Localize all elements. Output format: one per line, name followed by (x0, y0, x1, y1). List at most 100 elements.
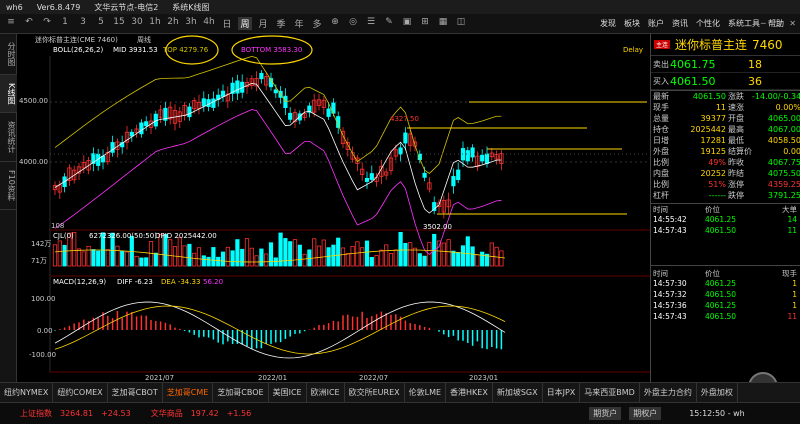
menu-discover[interactable]: 发现 (600, 18, 616, 29)
view-name: 系统K线图 (172, 2, 210, 12)
exchange-tab-12[interactable]: 马来西亚BMD (580, 382, 640, 403)
exchange-tab-1[interactable]: 纽约COMEX (53, 382, 108, 403)
toolbar-tool-1[interactable]: ↶ (22, 17, 36, 30)
toolbar-tool-2[interactable]: ↷ (40, 17, 54, 30)
exchange-tab-9[interactable]: 香港HKEX (446, 382, 493, 403)
exchange-tab-0[interactable]: 纽约NYMEX (0, 382, 54, 403)
ask-label: 卖出 (653, 59, 669, 69)
kline-chart[interactable]: 迷你标普主连(CME 7460) 周线 BOLL(26,26,2) MID 39… (17, 34, 650, 382)
toolbar-tool-23[interactable]: ⊞ (418, 17, 432, 30)
volume-bar (230, 250, 235, 267)
toolbar-tool-10[interactable]: 3h (184, 17, 198, 30)
menu-news[interactable]: 资讯 (672, 18, 688, 29)
tab-news[interactable]: 资讯统计 (0, 113, 17, 163)
tab-kline[interactable]: K线图 (0, 75, 17, 114)
volume-bar (360, 247, 365, 267)
tab-timeshare[interactable]: 分时图 (0, 34, 17, 75)
low-label: 3502.00 (423, 223, 452, 231)
tab-f10[interactable]: F10资料 (0, 162, 17, 211)
volume-bar (379, 249, 384, 267)
macd-m: 56.20 (203, 278, 224, 286)
toolbar-tool-22[interactable]: ▣ (400, 17, 414, 30)
volume-bar (268, 242, 274, 267)
exchange-tab-6[interactable]: 欧洲ICE (307, 382, 345, 403)
exchange-tab-14[interactable]: 外盘加权 (697, 382, 738, 403)
toolbar-tool-24[interactable]: ▦ (436, 17, 450, 30)
toolbar-tool-14[interactable]: 月 (256, 17, 270, 30)
toolbar-tool-21[interactable]: ✎ (382, 17, 396, 30)
toolbar-tool-25[interactable]: ◫ (454, 17, 468, 30)
commodity-name[interactable]: 文华商品 (151, 408, 183, 419)
ask-price: 4061.75 (670, 57, 716, 71)
volume-bar (81, 251, 86, 267)
volume-bar (264, 253, 269, 267)
toolbar-tool-9[interactable]: 2h (166, 17, 180, 30)
date-2022-01: 2022/01 (258, 374, 288, 382)
volume-bar (91, 249, 96, 267)
tick-row: 14:57:36 4061.25 1 (651, 301, 800, 312)
volume-bar (451, 250, 456, 267)
volume-bar (384, 244, 389, 267)
candle-body (220, 90, 226, 97)
close-icon[interactable]: ✕ (789, 19, 796, 28)
exchange-tab-10[interactable]: 新加坡SGX (493, 382, 543, 403)
toolbar-tool-12[interactable]: 日 (220, 17, 234, 30)
options-account-button[interactable]: 期权户 (629, 407, 662, 420)
stat-value: 0.00% (775, 103, 800, 112)
toolbar-tool-8[interactable]: 1h (148, 17, 162, 30)
stat-value: 19125 (700, 147, 726, 156)
tick-header: 价位 (705, 269, 720, 278)
toolbar-tool-3[interactable]: 1 (58, 17, 72, 30)
exchange-tab-8[interactable]: 伦敦LME (405, 382, 447, 403)
volume-bar (460, 245, 466, 267)
futures-account-button[interactable]: 期货户 (589, 407, 622, 420)
exchange-tab-4[interactable]: 芝加哥CBOE (213, 382, 269, 403)
tick-cell: 1 (792, 301, 797, 310)
menu-personalize[interactable]: 个性化 (696, 18, 720, 29)
boll-bottom: BOTTOM 3583.30 (241, 46, 303, 54)
macd-axis-0: 0.00 (37, 327, 53, 335)
server-node[interactable]: 文华云节点-电信2 (94, 2, 158, 13)
candle-body (484, 153, 490, 164)
volume-bar (196, 247, 202, 267)
exchange-tab-11[interactable]: 日本JPX (543, 382, 581, 403)
toolbar-tool-4[interactable]: 3 (76, 17, 90, 30)
bid-row[interactable]: 买入 4061.50 36 (651, 73, 800, 90)
exchange-tab-5[interactable]: 美国ICE (269, 382, 307, 403)
chart-canvas[interactable] (17, 34, 650, 382)
menu-account[interactable]: 账户 (648, 18, 664, 29)
tick-list: 时间 价位 现手 14:57:30 4061.25 1 14:57:32 4061.50 1 1… (651, 265, 800, 323)
toolbar-tool-7[interactable]: 30 (130, 17, 144, 30)
toolbar-tool-16[interactable]: 年 (292, 17, 306, 30)
volume-bar (336, 237, 341, 267)
stat-label: 开盘 (728, 114, 744, 123)
toolbar-tool-11[interactable]: 4h (202, 17, 216, 30)
exchange-tab-3[interactable]: 芝加哥CME (163, 382, 214, 403)
exchange-tab-7[interactable]: 欧交所EUREX (345, 382, 405, 403)
exchange-tab-13[interactable]: 外盘主力合约 (640, 382, 697, 403)
menu-sector[interactable]: 板块 (624, 18, 640, 29)
minimize-icon[interactable]: ─ (761, 19, 766, 28)
toolbar-tool-13[interactable]: 周 (238, 17, 252, 30)
toolbar-tool-17[interactable]: 多 (310, 17, 324, 30)
ask-row[interactable]: 卖出 4061.75 18 (651, 56, 800, 73)
chart-cycle[interactable]: 周线 (137, 35, 151, 45)
toolbar-tool-20[interactable]: ☰ (364, 17, 378, 30)
toolbar-tool-19[interactable]: ◎ (346, 17, 360, 30)
toolbar-tool-18[interactable]: ⊕ (328, 17, 342, 30)
toolbar-tool-0[interactable]: ≡ (4, 17, 18, 30)
volume-bar (307, 249, 312, 267)
toolbar-tool-5[interactable]: 5 (94, 17, 108, 30)
toolbar-tool-15[interactable]: 季 (274, 17, 288, 30)
exchange-tab-2[interactable]: 芝加哥CBOT (108, 382, 163, 403)
candle-body (422, 172, 427, 178)
big-order-ticks: 时间 价位 大单 14:55:42 4061.25 14 14:57:43 4061.50 1… (651, 203, 800, 237)
maximize-icon[interactable]: □ (774, 19, 782, 28)
index-name[interactable]: 上证指数 (20, 408, 52, 419)
toolbar-tool-6[interactable]: 15 (112, 17, 126, 30)
candle-body (211, 98, 216, 108)
menu-system-tools[interactable]: 系统工具 (728, 18, 760, 29)
tick-cell: 11 (787, 312, 797, 321)
tick-cell: 14:57:30 (653, 279, 687, 288)
candle-body (139, 122, 144, 135)
